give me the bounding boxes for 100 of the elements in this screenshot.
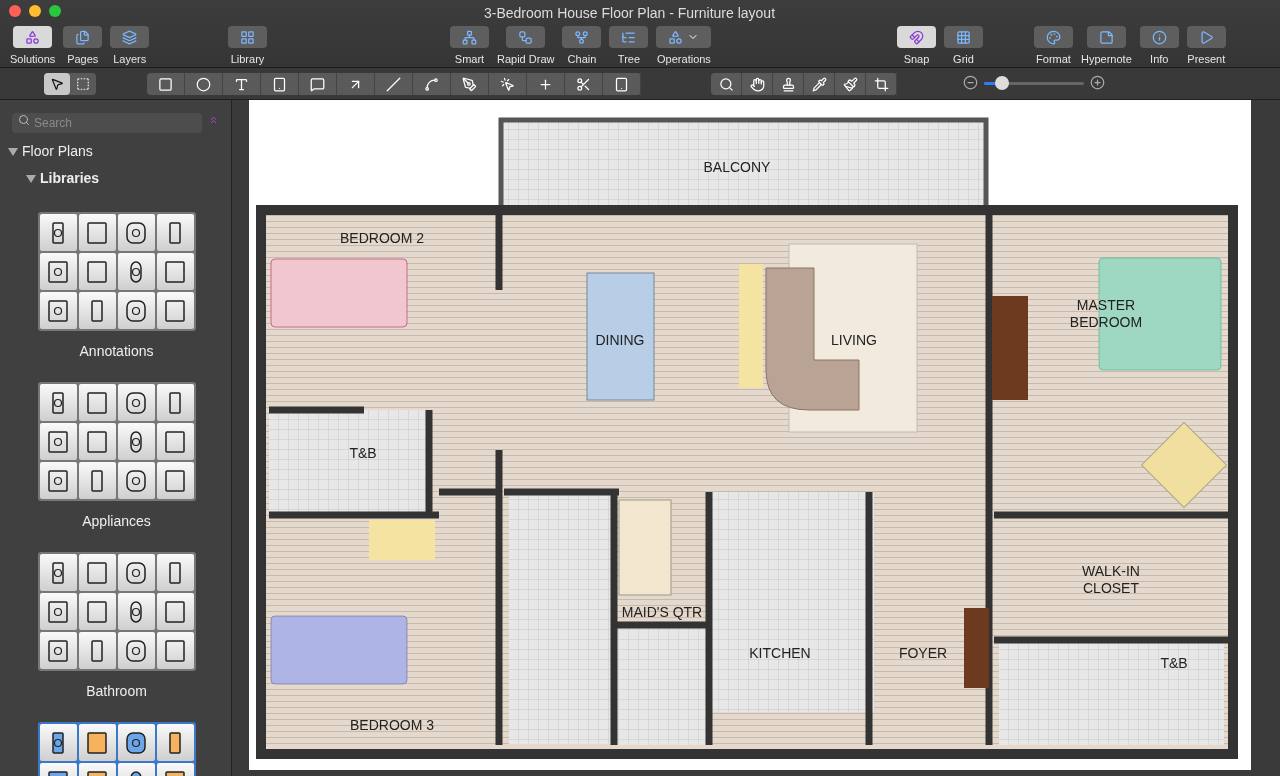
shape-tile[interactable] — [78, 214, 116, 251]
toolbar-button[interactable]: Tree — [605, 26, 653, 68]
toolbar-button[interactable]: Smart — [446, 26, 493, 68]
zoom-out-icon[interactable] — [963, 75, 978, 90]
symbol-icon — [47, 599, 69, 624]
text-icon — [234, 76, 249, 92]
shape-tile[interactable] — [39, 593, 77, 630]
shape-tile[interactable] — [117, 292, 155, 329]
toolbar-button[interactable]: Hypernote — [1077, 26, 1136, 68]
shape-tile[interactable] — [156, 462, 194, 499]
toolbar-button[interactable]: Chain — [558, 26, 606, 68]
toolbar-button[interactable]: Pages — [59, 26, 107, 68]
shape-tile[interactable] — [117, 462, 155, 499]
shape-tile[interactable] — [78, 724, 116, 761]
smart-icon — [462, 29, 477, 45]
palette-icon — [1046, 29, 1061, 45]
shape-tile[interactable] — [39, 214, 77, 251]
toolbar-button[interactable]: Rapid Draw — [493, 26, 559, 68]
shape-tile[interactable] — [39, 462, 77, 499]
pen-icon — [462, 76, 477, 92]
zoom-in-icon[interactable] — [1090, 75, 1105, 90]
symbol-icon — [86, 560, 108, 585]
library-panel[interactable] — [37, 552, 196, 671]
shape-tile[interactable] — [78, 554, 116, 591]
magnet-icon — [909, 29, 924, 45]
toolbar-button[interactable]: Operations — [652, 26, 716, 68]
shape-tile[interactable] — [117, 593, 155, 630]
solutions-icon — [25, 29, 41, 45]
library-panel[interactable] — [37, 382, 196, 501]
symbol-icon — [86, 429, 108, 454]
search-icon — [718, 76, 734, 92]
shape-tile[interactable] — [39, 253, 77, 290]
symbol-icon — [86, 259, 108, 284]
shape-tile[interactable] — [156, 384, 194, 421]
symbol-icon — [125, 390, 147, 415]
shape-tile[interactable] — [78, 462, 116, 499]
shape-tile[interactable] — [117, 632, 155, 669]
shape-tile[interactable] — [117, 214, 155, 251]
shape-tile[interactable] — [156, 214, 194, 251]
shape-tile[interactable] — [156, 554, 194, 591]
room-label: LIVING — [831, 332, 877, 348]
toolbar-button[interactable]: Grid — [940, 26, 987, 68]
shape-tile[interactable] — [39, 423, 77, 460]
tree-item[interactable]: Floor Plans — [0, 138, 231, 165]
shape-tile[interactable] — [78, 423, 116, 460]
tree-item[interactable]: Libraries — [0, 165, 231, 192]
shape-tile[interactable] — [117, 384, 155, 421]
library-panel[interactable] — [37, 212, 196, 331]
shape-tile[interactable] — [39, 724, 77, 761]
shape-tile[interactable] — [117, 253, 155, 290]
shape-tile[interactable] — [78, 632, 116, 669]
toolbar-button[interactable]: Snap — [893, 26, 940, 68]
shape-tile[interactable] — [117, 423, 155, 460]
toolbar-button[interactable]: Info — [1135, 26, 1183, 68]
shape-tile[interactable] — [156, 253, 194, 290]
symbol-icon — [164, 599, 186, 624]
shape-tile[interactable] — [156, 423, 194, 460]
shape-tile[interactable] — [117, 554, 155, 591]
symbol-icon — [47, 259, 69, 284]
shape-tile[interactable] — [156, 292, 194, 329]
shape-tile[interactable] — [39, 384, 77, 421]
eyedropper-icon — [811, 76, 827, 92]
symbol-icon — [125, 468, 147, 493]
shape-tile[interactable] — [78, 253, 116, 290]
symbol-icon — [164, 429, 186, 454]
toolbar-button[interactable]: Present — [1182, 26, 1230, 68]
shape-tile[interactable] — [156, 632, 194, 669]
play-icon — [1198, 29, 1214, 45]
cut-icon — [576, 76, 591, 92]
toolbar-button[interactable]: Layers — [106, 26, 154, 68]
window-title: 3-Bedroom House Floor Plan - Furniture layout — [484, 4, 776, 23]
minimize-icon[interactable] — [29, 5, 41, 17]
shape-tile[interactable] — [39, 554, 77, 591]
symbol-icon — [47, 298, 69, 323]
shape-tile[interactable] — [78, 593, 116, 630]
zoom-icon[interactable] — [49, 5, 61, 17]
shape-tile[interactable] — [39, 632, 77, 669]
layers-icon — [122, 29, 138, 45]
symbol-icon — [125, 638, 147, 663]
close-icon[interactable] — [9, 5, 21, 17]
select-tool[interactable] — [44, 73, 70, 95]
library-label: Annotations — [79, 342, 154, 361]
slider-thumb[interactable] — [995, 75, 1009, 90]
note-icon — [1098, 29, 1114, 45]
shape-tile[interactable] — [39, 292, 77, 329]
zoom-slider[interactable] — [984, 75, 1084, 90]
toolbar-button[interactable]: Library — [224, 26, 271, 68]
image-icon — [614, 76, 629, 92]
toolbar-button[interactable]: Format — [1030, 26, 1077, 68]
search-field[interactable]: Search — [12, 113, 202, 133]
expanded-triangle-icon — [8, 147, 18, 156]
room-label: BEDROOM 3 — [350, 717, 434, 733]
shape-tile[interactable] — [156, 724, 194, 761]
shape-tile[interactable] — [78, 292, 116, 329]
toolbar-button[interactable]: Solutions — [6, 26, 60, 68]
text-box-icon — [272, 76, 287, 92]
shape-tile[interactable] — [78, 384, 116, 421]
room-label: T&B — [349, 445, 377, 461]
shape-tile[interactable] — [156, 593, 194, 630]
shape-tile[interactable] — [117, 724, 155, 761]
